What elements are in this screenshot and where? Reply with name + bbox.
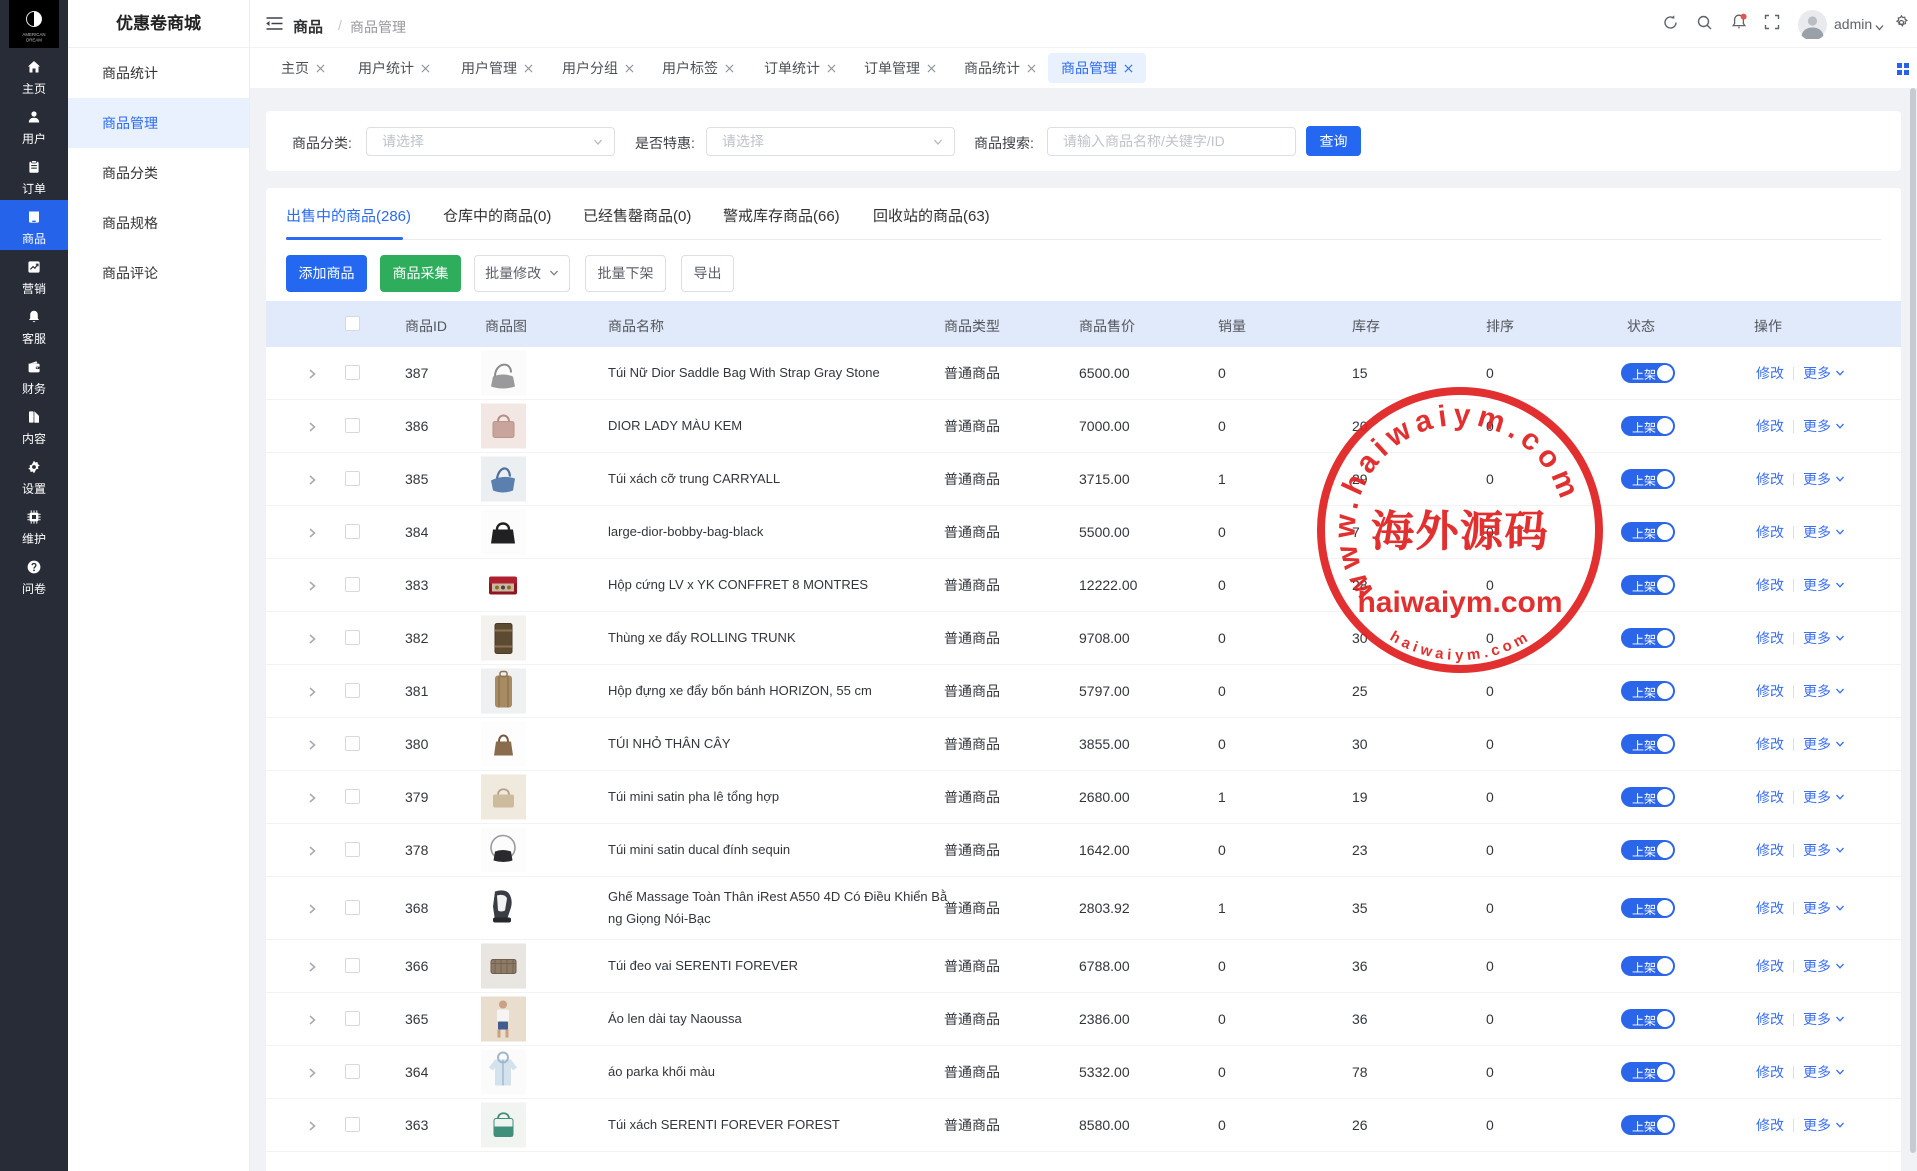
svg-text:haiwaiym.com: haiwaiym.com — [1357, 586, 1562, 619]
svg-text:AMERICAN: AMERICAN — [22, 32, 45, 37]
svg-text:DREAM: DREAM — [26, 38, 42, 43]
svg-text:海外源码: 海外源码 — [1371, 498, 1549, 559]
